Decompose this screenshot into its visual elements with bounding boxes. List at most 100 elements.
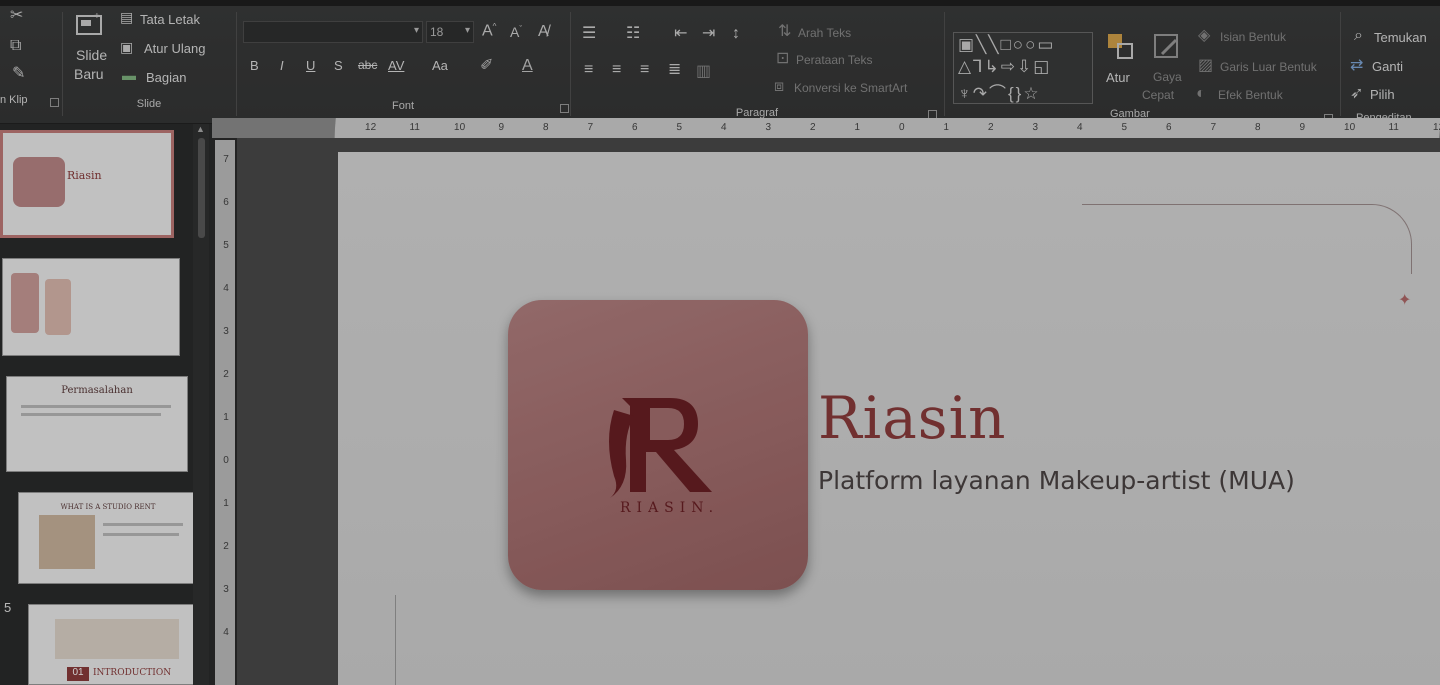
increase-indent-icon[interactable]: ⇥ bbox=[702, 26, 715, 42]
new-slide-button[interactable]: Slide bbox=[76, 47, 107, 63]
thumb-image bbox=[45, 279, 71, 335]
reset-button[interactable]: Atur Ulang bbox=[144, 41, 205, 56]
ruler-tick-label: 6 bbox=[1165, 122, 1172, 133]
shapes-gallery[interactable]: ▣╲╲□○○▭ △⅂↳⇨⇩◱ ♆↷⌒{}☆ bbox=[953, 32, 1093, 104]
columns-icon[interactable]: ▥ bbox=[696, 64, 711, 80]
slide-group-label: Slide bbox=[136, 98, 162, 110]
thumb-title: Riasin bbox=[67, 169, 102, 182]
chevron-down-icon: ▾ bbox=[464, 25, 470, 36]
find-button[interactable]: Temukan bbox=[1374, 30, 1427, 45]
decrease-font-icon[interactable]: Aˇ bbox=[510, 25, 522, 39]
increase-font-icon[interactable]: A^ bbox=[482, 23, 496, 39]
convert-smartart-button[interactable]: Konversi ke SmartArt bbox=[794, 81, 907, 95]
change-case-button[interactable]: Aa bbox=[432, 58, 448, 73]
arrange-icon[interactable] bbox=[1106, 32, 1136, 62]
divider bbox=[570, 12, 571, 116]
shape-fill-button[interactable]: Isian Bentuk bbox=[1220, 30, 1286, 44]
font-name-select[interactable]: ▾ bbox=[243, 21, 423, 43]
quick-styles-dropdown[interactable]: Cepat bbox=[1142, 88, 1174, 102]
layout-button[interactable]: Tata Letak bbox=[140, 12, 200, 27]
line-spacing-icon[interactable]: ↕ bbox=[732, 26, 740, 42]
ruler-tick-label: 3 bbox=[765, 122, 772, 133]
quick-styles-button[interactable]: Gaya bbox=[1153, 70, 1182, 84]
ruler-tick-label: 7 bbox=[1210, 122, 1217, 133]
decorative-line bbox=[395, 595, 396, 685]
ruler-tick-label: 11 bbox=[1388, 122, 1400, 133]
scroll-up-icon[interactable]: ▲ bbox=[196, 124, 205, 134]
thumb-image bbox=[11, 273, 39, 333]
replace-icon: ⇄ bbox=[1350, 57, 1364, 74]
shape-effects-button[interactable]: Efek Bentuk bbox=[1218, 88, 1283, 102]
numbering-icon[interactable]: ☷ bbox=[626, 26, 640, 42]
ruler-tick-label: 10 bbox=[453, 122, 466, 133]
ruler-tick-label: 1 bbox=[223, 412, 229, 423]
shapes-row-2: △⅂↳⇨⇩◱ bbox=[958, 57, 1052, 76]
clear-formatting-icon[interactable]: A̸ bbox=[538, 24, 549, 40]
clipboard-launcher-icon[interactable] bbox=[50, 98, 59, 107]
slide-subtitle[interactable]: Platform layanan Makeup-artist (MUA) bbox=[818, 466, 1295, 495]
align-center-icon[interactable]: ≡ bbox=[612, 62, 621, 78]
thumb-text-line bbox=[21, 413, 161, 416]
align-text-button[interactable]: Perataan Teks bbox=[796, 53, 873, 67]
bold-button[interactable]: B bbox=[250, 58, 259, 73]
new-slide-icon[interactable]: + bbox=[74, 10, 104, 40]
character-spacing-button[interactable]: AV bbox=[388, 58, 404, 73]
thumb-text-line bbox=[103, 523, 183, 526]
divider bbox=[944, 12, 945, 116]
format-painter-icon[interactable]: ✎ bbox=[12, 66, 25, 82]
ruler-tick-label: 4 bbox=[223, 627, 229, 638]
align-left-icon[interactable]: ≡ bbox=[584, 62, 593, 78]
scrollbar-thumb[interactable] bbox=[198, 138, 205, 238]
underline-button[interactable]: U bbox=[306, 58, 315, 73]
slide-title[interactable]: Riasin bbox=[818, 384, 1006, 452]
font-group: ▾ 18 ▾ A^ Aˇ A̸ B I U S abc AV Aa ✐ A Fo… bbox=[238, 6, 569, 124]
slide-thumbnail[interactable] bbox=[2, 258, 180, 356]
slide-thumbnail[interactable]: Permasalahan bbox=[6, 376, 188, 472]
ruler-tick-label: 4 bbox=[720, 122, 727, 133]
riasin-logo-icon bbox=[609, 398, 712, 498]
clipboard-group-label: n Klip bbox=[0, 94, 28, 106]
quick-styles-icon[interactable] bbox=[1152, 32, 1182, 62]
shadow-button[interactable]: S bbox=[334, 58, 343, 73]
font-color-icon[interactable]: A bbox=[522, 58, 533, 74]
cut-icon[interactable]: ✂ bbox=[10, 8, 23, 24]
italic-button[interactable]: I bbox=[280, 58, 284, 73]
ruler-tick-label: 11 bbox=[409, 122, 421, 133]
select-button[interactable]: Pilih bbox=[1370, 87, 1395, 102]
justify-icon[interactable]: ≣ bbox=[668, 62, 681, 78]
slide-thumbnail[interactable]: Riasin bbox=[0, 130, 174, 238]
align-right-icon[interactable]: ≡ bbox=[640, 62, 649, 78]
font-size-select[interactable]: 18 ▾ bbox=[426, 21, 474, 43]
align-text-icon: ⊡ bbox=[776, 50, 790, 67]
thumbnails-scrollbar[interactable]: ▲ bbox=[193, 124, 209, 685]
font-group-label: Font bbox=[391, 100, 414, 112]
arrange-button[interactable]: Atur bbox=[1106, 70, 1130, 85]
smartart-icon: ⧈ bbox=[774, 78, 785, 95]
copy-icon[interactable]: ⧉ bbox=[10, 38, 21, 54]
decrease-indent-icon[interactable]: ⇤ bbox=[674, 26, 687, 42]
bullets-icon[interactable]: ☰ bbox=[582, 26, 596, 42]
horizontal-ruler[interactable]: 12 11 10 9 8 7 6 5 4 3 2 1 0 1 2 3 4 5 6 7 8 9 10 11 12 bbox=[334, 118, 1440, 138]
ruler-tick-label: 12 bbox=[364, 122, 377, 133]
replace-button[interactable]: Ganti bbox=[1372, 59, 1403, 74]
shape-outline-button[interactable]: Garis Luar Bentuk bbox=[1220, 60, 1317, 74]
section-button[interactable]: Bagian bbox=[146, 70, 186, 85]
slide-thumbnail[interactable]: 01 INTRODUCTION bbox=[28, 604, 204, 685]
vertical-ruler[interactable]: 7 6 5 4 3 2 1 0 1 2 3 4 bbox=[215, 140, 235, 685]
shape-effects-icon: ◐ bbox=[1196, 85, 1206, 102]
text-direction-button[interactable]: Arah Teks bbox=[798, 26, 851, 40]
thumb-logo bbox=[13, 157, 65, 207]
font-size-value: 18 bbox=[430, 25, 444, 39]
ruler-tick-label: 10 bbox=[1343, 122, 1356, 133]
font-launcher-icon[interactable] bbox=[560, 104, 569, 113]
new-slide-dropdown[interactable]: Baru bbox=[74, 66, 104, 82]
section-icon: ▬ bbox=[122, 67, 136, 83]
shapes-row-1: ▣╲╲□○○▭ bbox=[958, 35, 1056, 54]
slide-thumbnail[interactable]: WHAT IS A STUDIO RENT bbox=[18, 492, 198, 584]
ruler-tick-label: 1 bbox=[854, 122, 861, 133]
ruler-tick-label: 9 bbox=[1299, 122, 1306, 133]
ruler-tick-label: 7 bbox=[223, 154, 229, 165]
highlight-icon[interactable]: ✐ bbox=[480, 58, 493, 74]
reset-icon: ▣ bbox=[120, 39, 134, 55]
strikethrough-button[interactable]: abc bbox=[358, 58, 377, 72]
